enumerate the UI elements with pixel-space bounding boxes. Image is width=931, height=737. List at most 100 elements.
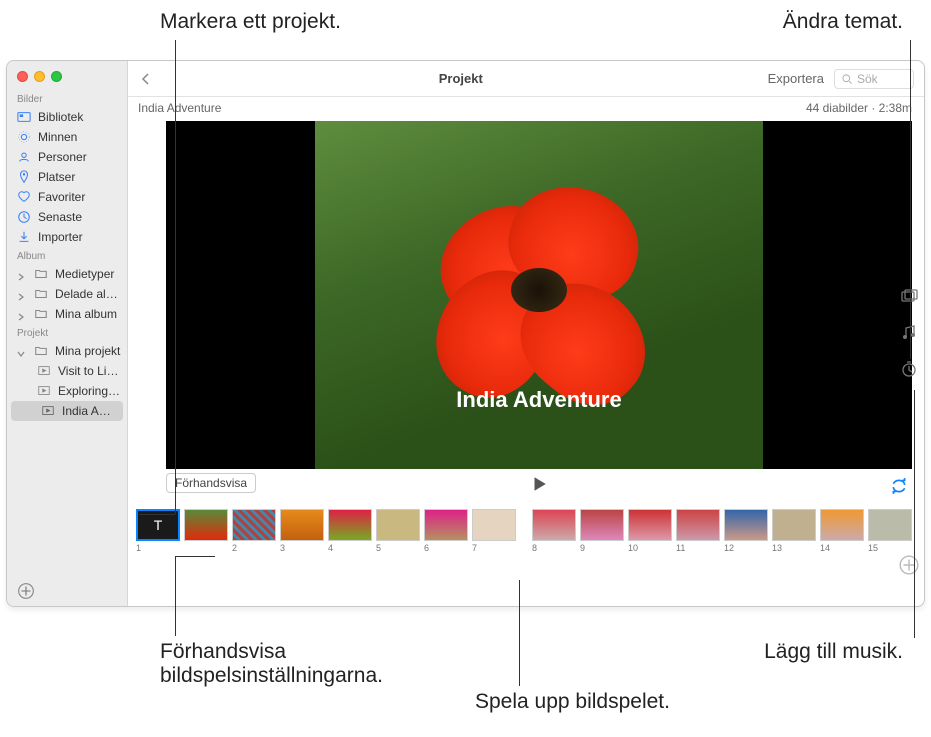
thumbnail[interactable] — [232, 509, 276, 541]
loop-button[interactable] — [890, 477, 908, 500]
thumb-number: 11 — [676, 543, 720, 553]
thumbnail[interactable] — [772, 509, 816, 541]
window-traffic-lights[interactable] — [7, 65, 127, 90]
filmstrip[interactable]: T1 2 3 4 5 6 7 8 9 10 11 12 13 14 15 — [128, 503, 924, 563]
theme-button[interactable] — [898, 286, 920, 308]
add-slide-button[interactable] — [898, 554, 920, 576]
sidebar-item-minnen[interactable]: Minnen — [7, 127, 127, 147]
thumbnail[interactable] — [820, 509, 864, 541]
sidebar-item-platser[interactable]: Platser — [7, 167, 127, 187]
list-item[interactable]: 2 — [232, 509, 276, 553]
sidebar-item-medietyper[interactable]: Medietyper — [7, 264, 127, 284]
sidebar-item-label: Minnen — [38, 130, 121, 144]
slide-image: India Adventure — [315, 121, 763, 469]
back-chevron-icon[interactable] — [138, 71, 154, 87]
sidebar-item-favoriter[interactable]: Favoriter — [7, 187, 127, 207]
callout-add-music: Lägg till musik. — [764, 640, 903, 664]
thumbnail[interactable] — [676, 509, 720, 541]
thumb-number: 1 — [136, 543, 180, 553]
list-item[interactable] — [184, 509, 228, 553]
right-rail — [898, 286, 920, 380]
heart-icon — [17, 190, 31, 204]
list-item[interactable]: 12 — [724, 509, 768, 553]
chevron-right-icon — [17, 310, 25, 318]
folder-icon — [34, 344, 48, 358]
people-icon — [17, 150, 31, 164]
slideshow-icon — [37, 364, 51, 378]
close-icon[interactable] — [17, 71, 28, 82]
list-item[interactable]: 4 — [328, 509, 372, 553]
thumbnail[interactable] — [184, 509, 228, 541]
minimize-icon[interactable] — [34, 71, 45, 82]
sidebar-heading-album: Album — [7, 247, 127, 264]
export-button[interactable]: Exportera — [768, 71, 824, 86]
thumbnail[interactable] — [472, 509, 516, 541]
callout-line — [519, 580, 520, 686]
thumbnail[interactable] — [328, 509, 372, 541]
sidebar-item-label: Favoriter — [38, 190, 121, 204]
list-item[interactable]: 3 — [280, 509, 324, 553]
add-button[interactable] — [17, 582, 35, 600]
sidebar-item-label: Mina projekt — [55, 344, 121, 358]
callout-line — [175, 556, 176, 636]
list-item[interactable]: T1 — [136, 509, 180, 553]
list-item[interactable]: 8 — [532, 509, 576, 553]
slideshow-preview: India Adventure — [166, 121, 912, 469]
list-item[interactable]: 10 — [628, 509, 672, 553]
sidebar-item-importer[interactable]: Importer — [7, 227, 127, 247]
thumb-number: 4 — [328, 543, 372, 553]
list-item[interactable]: 9 — [580, 509, 624, 553]
thumb-number: 14 — [820, 543, 864, 553]
search-placeholder: Sök — [857, 72, 878, 86]
sidebar-item-label: Visit to Lisbon — [58, 364, 121, 378]
sidebar-item-visit-to-lisbon[interactable]: Visit to Lisbon — [7, 361, 127, 381]
sidebar-item-bibliotek[interactable]: Bibliotek — [7, 107, 127, 127]
sidebar-item-exploring[interactable]: Exploring Mor… — [7, 381, 127, 401]
thumbnail[interactable] — [424, 509, 468, 541]
list-item[interactable]: 6 — [424, 509, 468, 553]
preview-button[interactable]: Förhandsvisa — [166, 473, 256, 493]
spacer — [520, 509, 528, 553]
sidebar-item-label: Importer — [38, 230, 121, 244]
sidebar-item-label: Delade album — [55, 287, 121, 301]
toolbar: Projekt Exportera Sök — [128, 61, 924, 97]
list-item[interactable]: 15 — [868, 509, 912, 553]
sidebar-item-label: Personer — [38, 150, 121, 164]
sidebar-item-delade-album[interactable]: Delade album — [7, 284, 127, 304]
sidebar-item-personer[interactable]: Personer — [7, 147, 127, 167]
thumbnail[interactable] — [868, 509, 912, 541]
thumb-number: 6 — [424, 543, 468, 553]
thumbnail[interactable] — [724, 509, 768, 541]
callout-preview-settings-l2: bildspelsinställningarna. — [160, 664, 383, 688]
sidebar-item-label: India Adventure — [62, 404, 117, 418]
thumbnail[interactable] — [376, 509, 420, 541]
slide-title: India Adventure — [315, 387, 763, 413]
list-item[interactable]: 14 — [820, 509, 864, 553]
duration-button[interactable] — [898, 358, 920, 380]
chevron-right-icon — [17, 290, 25, 298]
sidebar-item-india-adventure[interactable]: India Adventure — [11, 401, 123, 421]
thumbnail[interactable] — [628, 509, 672, 541]
list-item[interactable]: 7 — [472, 509, 516, 553]
sidebar-item-mina-projekt[interactable]: Mina projekt — [7, 341, 127, 361]
sidebar-heading-bilder: Bilder — [7, 90, 127, 107]
thumb-number: 8 — [532, 543, 576, 553]
slideshow-icon — [41, 404, 55, 418]
search-icon — [841, 73, 853, 85]
fullscreen-icon[interactable] — [51, 71, 62, 82]
sidebar-item-mina-album[interactable]: Mina album — [7, 304, 127, 324]
subheader: India Adventure 44 diabilder · 2:38m — [128, 97, 924, 117]
list-item[interactable]: 5 — [376, 509, 420, 553]
chevron-down-icon — [17, 347, 25, 355]
thumbnail[interactable] — [580, 509, 624, 541]
list-item[interactable]: 13 — [772, 509, 816, 553]
list-item[interactable]: 11 — [676, 509, 720, 553]
sidebar-item-label: Medietyper — [55, 267, 121, 281]
play-button[interactable] — [530, 475, 548, 498]
thumb-number: 13 — [772, 543, 816, 553]
thumbnail[interactable] — [280, 509, 324, 541]
thumbnail[interactable] — [532, 509, 576, 541]
music-button[interactable] — [898, 322, 920, 344]
sidebar-item-senaste[interactable]: Senaste — [7, 207, 127, 227]
search-input[interactable]: Sök — [834, 69, 914, 89]
